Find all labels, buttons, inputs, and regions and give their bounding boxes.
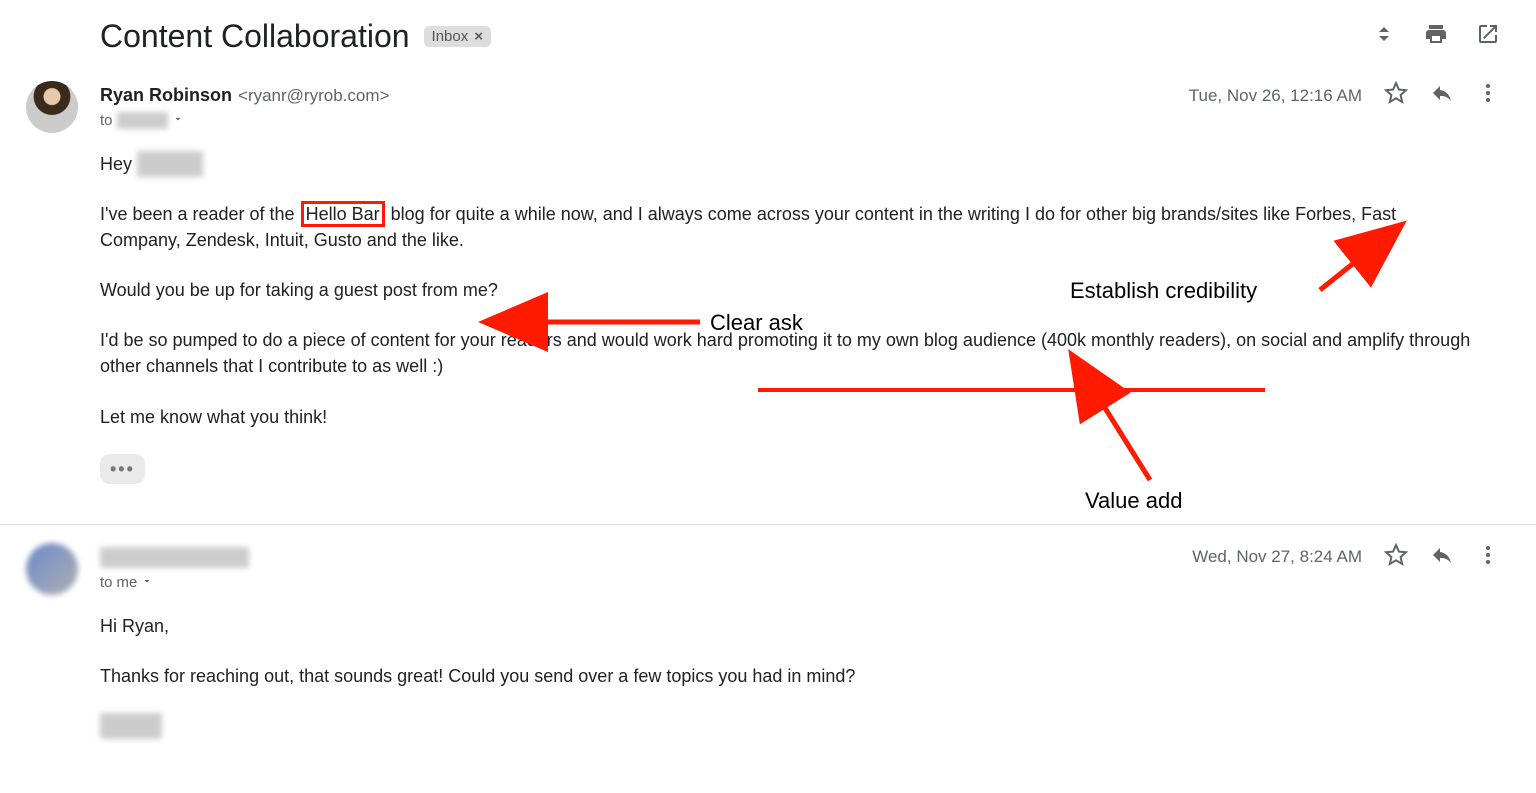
avatar xyxy=(26,81,78,133)
recipient-row[interactable]: to me xyxy=(100,574,1500,591)
to-name: me xyxy=(117,574,138,591)
message-2: Lindsey Morando Wed, Nov 27, 8:24 AM to … xyxy=(0,525,1536,773)
message-date: Wed, Nov 27, 8:24 AM xyxy=(1192,547,1362,567)
message-body: Hey Lindsey, I've been a reader of the H… xyxy=(100,151,1480,484)
expand-collapse-icon[interactable] xyxy=(1372,22,1396,51)
recipient-redacted: Lindsey xyxy=(117,112,169,129)
label-text: Inbox xyxy=(432,28,469,45)
more-icon[interactable] xyxy=(1476,81,1500,110)
to-prefix: to xyxy=(100,574,113,591)
thread-header: Content Collaboration Inbox × xyxy=(0,0,1536,63)
star-icon[interactable] xyxy=(1384,543,1408,572)
p1-a: I've been a reader of the xyxy=(100,204,300,224)
reply-icon[interactable] xyxy=(1430,543,1454,572)
more-icon[interactable] xyxy=(1476,543,1500,572)
sender-name[interactable]: Ryan Robinson xyxy=(100,85,232,106)
p4: Let me know what you think! xyxy=(100,404,1480,430)
sender-name-redacted[interactable]: Lindsey Morando xyxy=(100,547,249,568)
show-trimmed-icon[interactable]: ••• xyxy=(100,454,145,484)
avatar xyxy=(26,543,78,595)
recipient-row[interactable]: to Lindsey xyxy=(100,112,1500,129)
message-1: Ryan Robinson <ryanr@ryrob.com> Tue, Nov… xyxy=(0,63,1536,494)
label-chip-inbox[interactable]: Inbox × xyxy=(424,26,491,47)
greeting-name-redacted: Lindsey, xyxy=(137,151,203,177)
annotation-highlight-hello-bar: Hello Bar xyxy=(301,201,385,227)
chevron-down-icon[interactable] xyxy=(172,112,184,129)
reply-icon[interactable] xyxy=(1430,81,1454,110)
message-date: Tue, Nov 26, 12:16 AM xyxy=(1189,86,1362,106)
reply-p2: Thanks for reaching out, that sounds gre… xyxy=(100,663,1480,689)
thread-subject: Content Collaboration xyxy=(100,18,410,55)
chevron-down-icon[interactable] xyxy=(141,574,153,591)
sender-email: <ryanr@ryrob.com> xyxy=(238,86,389,106)
p3: I'd be so pumped to do a piece of conten… xyxy=(100,327,1480,379)
greeting-prefix: Hey xyxy=(100,154,137,174)
reply-p1: Hi Ryan, xyxy=(100,613,1480,639)
print-icon[interactable] xyxy=(1424,22,1448,51)
p2: Would you be up for taking a guest post … xyxy=(100,277,1480,303)
open-new-window-icon[interactable] xyxy=(1476,22,1500,51)
label-remove-icon[interactable]: × xyxy=(474,28,483,45)
message-body: Hi Ryan, Thanks for reaching out, that s… xyxy=(100,613,1480,739)
signature-redacted: Lindsey xyxy=(100,713,162,739)
to-prefix: to xyxy=(100,112,113,129)
star-icon[interactable] xyxy=(1384,81,1408,110)
